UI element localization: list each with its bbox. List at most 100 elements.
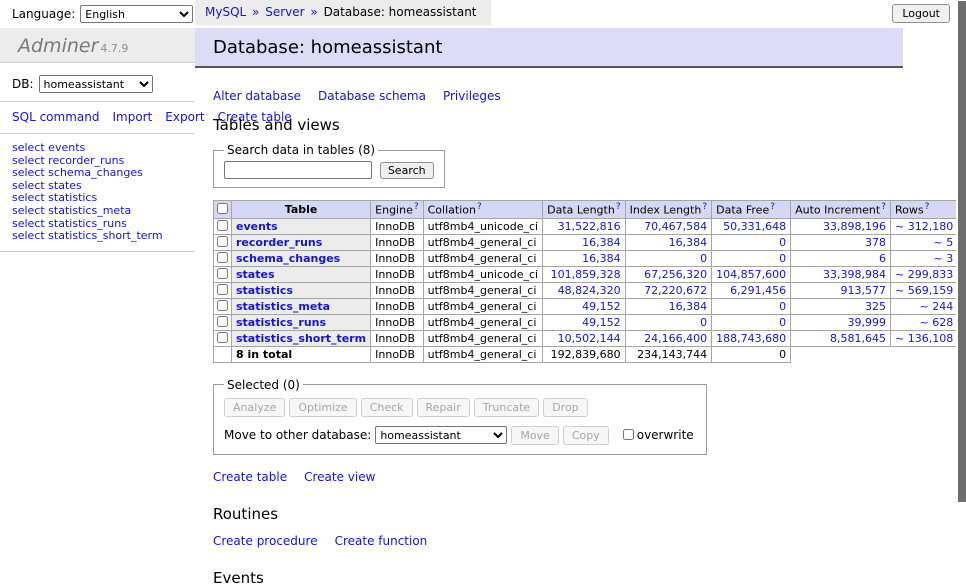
select-all-checkbox[interactable] [217,203,228,214]
data-length-link[interactable]: 10,502,144 [558,332,621,345]
data-free-link[interactable]: 6,291,456 [730,284,786,297]
data-free-link[interactable]: 0 [779,236,786,249]
row-checkbox[interactable] [217,316,228,327]
auto-increment-link[interactable]: 8,581,645 [830,332,886,345]
index-length-link[interactable]: 0 [700,316,707,329]
column-help-link[interactable]: ? [881,202,886,212]
language-select[interactable]: English [80,5,193,23]
data-length-link[interactable]: 31,522,816 [558,220,621,233]
row-checkbox[interactable] [217,252,228,263]
data-free-link[interactable]: 50,331,648 [723,220,786,233]
rows-count-link[interactable]: ~ 628 [919,316,953,329]
data-free-link[interactable]: 0 [779,252,786,265]
rows-count-link[interactable]: ~ 5 [933,236,953,249]
auto-increment-link[interactable]: 378 [865,236,886,249]
index-length-link[interactable]: 72,220,672 [644,284,707,297]
sidebar-select-table-link[interactable]: select statistics_short_term [12,230,185,243]
create-link[interactable]: Create table [213,470,287,484]
index-length-link[interactable]: 0 [700,252,707,265]
search-input[interactable] [224,161,372,179]
column-help-link[interactable]: ? [414,202,419,212]
data-free-link[interactable]: 188,743,680 [716,332,786,345]
move-db-select[interactable]: homeassistant [375,426,507,444]
row-checkbox[interactable] [217,300,228,311]
row-checkbox[interactable] [217,220,228,231]
rows-count-link[interactable]: ~ 569,159 [895,284,953,297]
overwrite-label[interactable]: overwrite [637,428,694,442]
auto-increment-link[interactable]: 6 [879,252,886,265]
row-checkbox[interactable] [217,284,228,295]
database-nav-link[interactable]: Database schema [318,89,426,103]
auto-increment-link[interactable]: 33,398,984 [823,268,886,281]
table-operation-button[interactable]: Repair [417,398,470,417]
table-operation-button[interactable]: Drop [543,398,587,417]
table-name-link[interactable]: statistics [236,284,293,297]
data-length-link[interactable]: 49,152 [582,316,621,329]
index-length-link[interactable]: 24,166,400 [644,332,707,345]
index-length-link[interactable]: 16,384 [669,300,708,313]
table-name-link[interactable]: schema_changes [236,252,340,265]
table-name-link[interactable]: states [236,268,275,281]
sidebar-select-table-link[interactable]: select schema_changes [12,167,185,180]
auto-increment-link[interactable]: 325 [865,300,886,313]
data-length-link[interactable]: 49,152 [582,300,621,313]
breadcrumb-server-link[interactable]: Server [265,5,304,19]
table-operation-button[interactable]: Truncate [474,398,539,417]
auto-increment-link[interactable]: 39,999 [848,316,887,329]
table-name-link[interactable]: statistics_short_term [236,332,366,345]
auto-increment-link[interactable]: 33,898,196 [823,220,886,233]
sidebar-action-link[interactable]: Import [112,110,152,124]
data-length-link[interactable]: 16,384 [582,236,621,249]
auto-increment-link[interactable]: 913,577 [841,284,887,297]
create-link[interactable]: Create view [304,470,375,484]
table-name-link[interactable]: statistics_runs [236,316,326,329]
column-help-link[interactable]: ? [702,202,707,212]
table-name-link[interactable]: statistics_meta [236,300,330,313]
index-length-link[interactable]: 16,384 [669,236,708,249]
table-name-link[interactable]: events [236,220,278,233]
move-button[interactable]: Move [511,426,559,445]
logout-button[interactable]: Logout [892,4,950,23]
routine-create-link[interactable]: Create function [335,534,428,548]
table-operation-button[interactable]: Analyze [224,398,285,417]
data-free-link[interactable]: 104,857,600 [716,268,786,281]
column-help-link[interactable]: ? [477,202,482,212]
rows-count-link[interactable]: ~ 244 [919,300,953,313]
rows-count-link[interactable]: ~ 136,108 [895,332,953,345]
overwrite-checkbox[interactable] [623,429,634,440]
routine-create-link[interactable]: Create procedure [213,534,318,548]
sidebar-select-table-link[interactable]: select events [12,142,185,155]
row-checkbox[interactable] [217,268,228,279]
data-length-link[interactable]: 48,824,320 [558,284,621,297]
collation-cell: utf8mb4_unicode_ci [423,218,542,234]
vertical-scrollbar[interactable] [956,0,966,543]
copy-button[interactable]: Copy [563,426,609,445]
sidebar-select-table-link[interactable]: select statistics_meta [12,205,185,218]
sidebar-action-link[interactable]: SQL command [12,110,99,124]
breadcrumb-mysql-link[interactable]: MySQL [205,5,246,19]
scrollbar-thumb[interactable] [958,1,966,502]
database-nav-link[interactable]: Privileges [443,89,501,103]
data-free-link[interactable]: 0 [779,300,786,313]
index-length-link[interactable]: 67,256,320 [644,268,707,281]
rows-count-link[interactable]: ~ 3 [933,252,953,265]
data-length-link[interactable]: 16,384 [582,252,621,265]
db-select[interactable]: homeassistant [39,75,153,93]
column-help-link[interactable]: ? [925,202,930,212]
data-free-link[interactable]: 0 [779,316,786,329]
table-operation-button[interactable]: Check [361,398,413,417]
rows-count-link[interactable]: ~ 312,180 [895,220,953,233]
column-header: Data Free? [712,201,791,219]
table-name-link[interactable]: recorder_runs [236,236,322,249]
row-checkbox[interactable] [217,332,228,343]
column-help-link[interactable]: ? [616,202,621,212]
data-length-link[interactable]: 101,859,328 [551,268,621,281]
search-button[interactable]: Search [380,162,434,179]
rows-count-link[interactable]: ~ 299,833 [895,268,953,281]
database-nav-link[interactable]: Alter database [213,89,301,103]
table-operation-button[interactable]: Optimize [289,398,356,417]
index-length-link[interactable]: 70,467,584 [644,220,707,233]
column-help-link[interactable]: ? [770,202,775,212]
adminer-logo-link[interactable]: Adminer [18,35,98,57]
row-checkbox[interactable] [217,236,228,247]
